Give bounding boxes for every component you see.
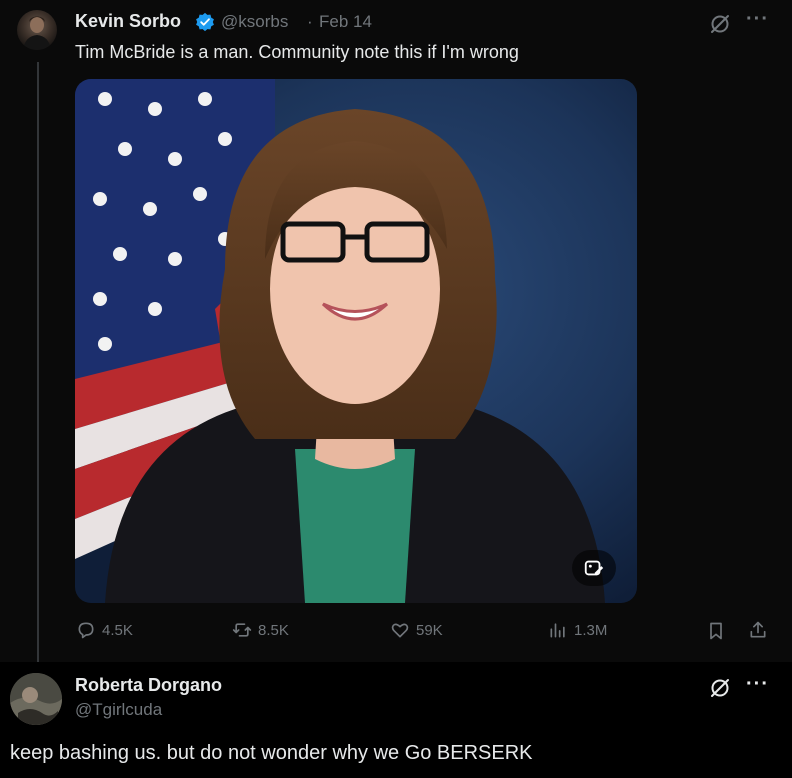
thread-line [37,62,39,662]
image-edit-icon [584,560,604,576]
tweet-media-photo[interactable] [75,79,637,603]
views-icon [550,623,565,638]
reply-button[interactable]: 4.5K [76,620,133,640]
image-edit-button[interactable] [572,550,616,586]
reply-count: 4.5K [102,621,133,639]
views-count: 1.3M [574,621,608,639]
retweet-icon [232,623,252,637]
retweet-button[interactable]: 8.5K [232,620,289,640]
bookmark-icon[interactable] [706,621,726,641]
retweet-count: 8.5K [258,621,289,639]
views-button[interactable]: 1.3M [548,620,607,640]
reply-grok-icon[interactable] [708,676,732,700]
avatar-roberta-dorgano[interactable] [10,673,62,725]
tweet-date[interactable]: Feb 14 [319,12,372,32]
tweet-text: Tim McBride is a man. Community note thi… [75,42,519,62]
reply-author-handle[interactable]: @Tgirlcuda [75,700,162,720]
like-icon [391,623,409,638]
avatar-kevin-sorbo[interactable] [17,10,57,50]
handle-separator: · [307,12,313,31]
reply-more-icon[interactable]: ··· [746,673,769,696]
more-icon[interactable]: ··· [746,8,769,31]
verified-badge-icon [196,12,214,32]
share-icon[interactable] [748,620,768,640]
like-button[interactable]: 59K [390,620,443,640]
author-name[interactable]: Kevin Sorbo [75,11,181,32]
grok-icon[interactable] [708,12,732,36]
like-count: 59K [416,621,443,639]
author-handle[interactable]: @ksorbs [221,12,288,32]
reply-icon [78,622,94,639]
reply-author-name[interactable]: Roberta Dorgano [75,675,222,696]
reply-text: keep bashing us. but do not wonder why w… [10,742,533,764]
